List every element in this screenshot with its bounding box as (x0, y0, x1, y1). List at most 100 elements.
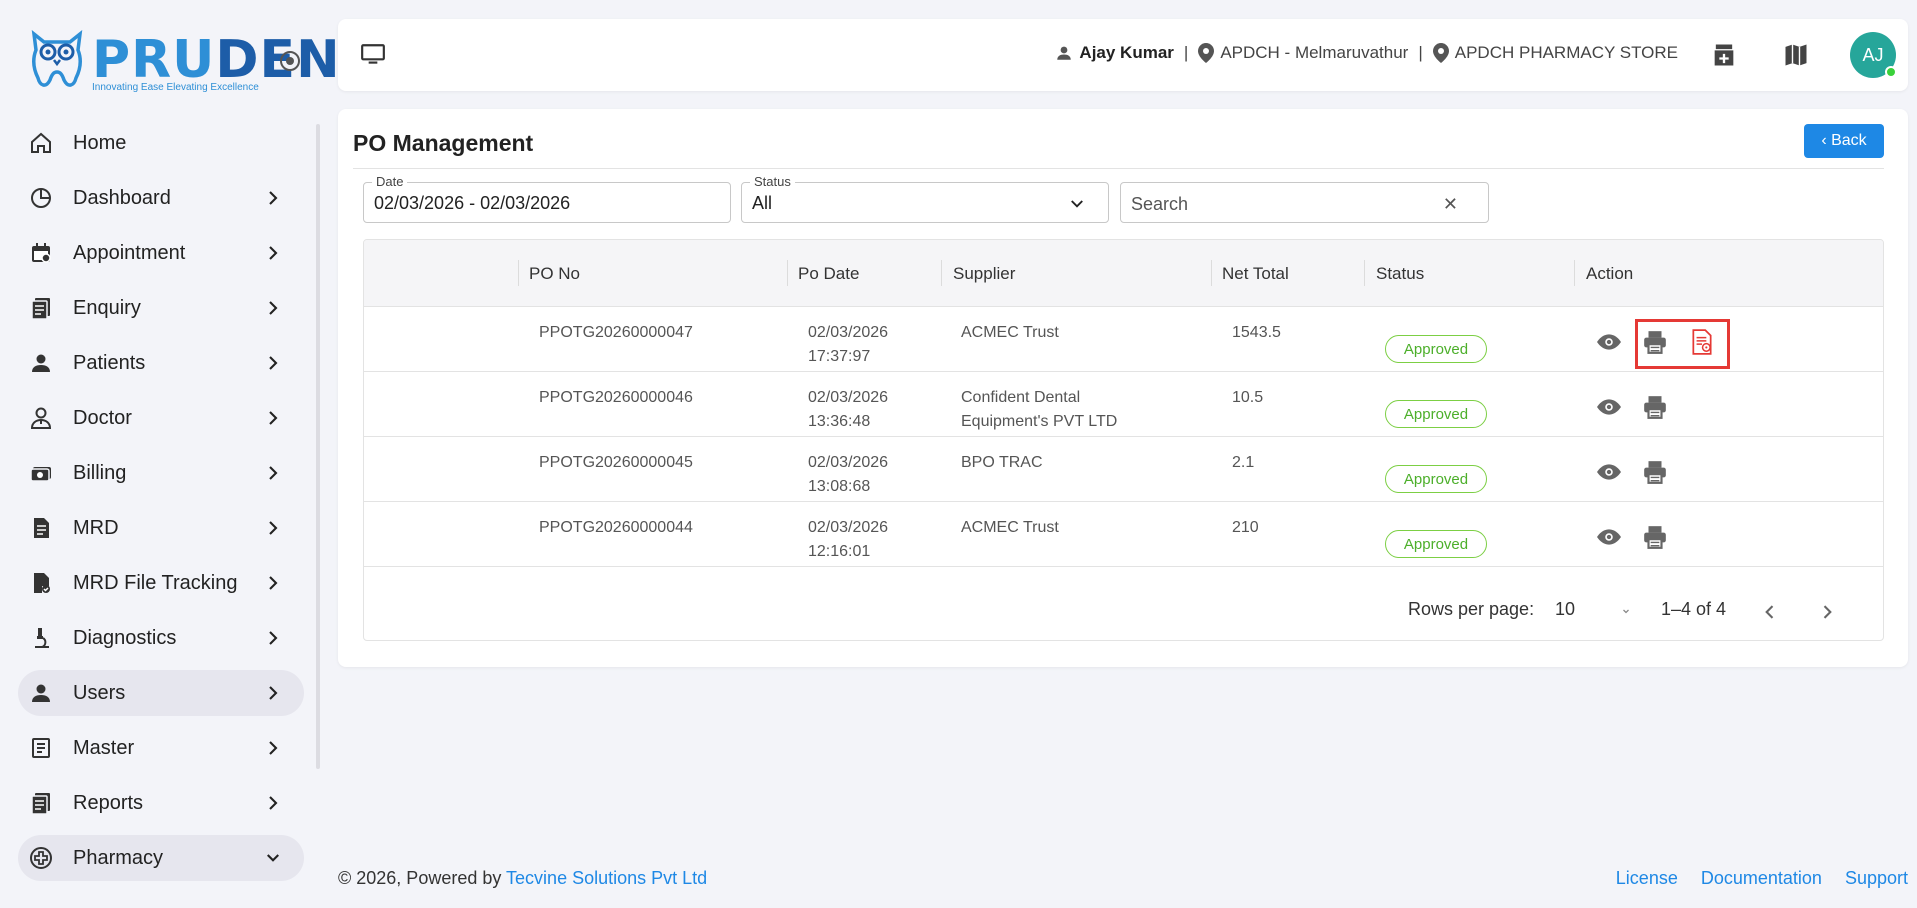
support-link[interactable]: Support (1845, 868, 1908, 888)
sidebar-item-master[interactable]: Master (18, 725, 304, 771)
sidebar-item-diagnostics[interactable]: Diagnostics (18, 615, 304, 661)
column-header-supplier[interactable]: Supplier (953, 264, 1015, 284)
sidebar-item-doctor[interactable]: Doctor (18, 395, 304, 441)
chevron-right-icon (269, 411, 278, 425)
pagination: Rows per page: 10 1–4 of 4 (364, 575, 1883, 635)
po-date-time: 13:08:68 (808, 478, 871, 495)
po-date: 02/03/2026 13:36:48 (808, 386, 888, 434)
column-separator (1211, 260, 1212, 286)
search-placeholder: Search (1131, 194, 1189, 214)
top-bar: Ajay Kumar | APDCH - Melmaruvathur | APD… (338, 19, 1908, 91)
sidebar-item-label: Billing (73, 461, 127, 484)
site-footer: © 2026, Powered by Tecvine Solutions Pvt… (338, 868, 1908, 889)
sidebar-item-reports[interactable]: Reports (18, 780, 304, 826)
po-number: PPOTG20260000045 (539, 454, 693, 471)
po-date: 02/03/2026 12:16:01 (808, 516, 888, 564)
footer-links: License Documentation Support (1598, 868, 1908, 889)
chevron-down-icon[interactable] (1620, 605, 1632, 617)
back-button[interactable]: ‹ Back (1804, 124, 1884, 158)
sidebar-item-appointment[interactable]: Appointment (18, 230, 304, 276)
sidebar-nav: Home Dashboard Appointment Enquiry Patients D… (18, 120, 304, 890)
view-icon[interactable] (1596, 524, 1622, 555)
highlight-box (1635, 319, 1730, 369)
location-pin-icon (1432, 43, 1449, 63)
copyright-text: © 2026, Powered by (338, 868, 507, 888)
rows-per-page-select[interactable]: 10 (1555, 599, 1575, 620)
sidebar-item-enquiry[interactable]: Enquiry (18, 285, 304, 331)
table-row[interactable]: PPOTG20260000046 02/03/2026 13:36:48 Confid… (364, 372, 1883, 437)
rows-per-page-label: Rows per page: (1408, 599, 1535, 619)
status-badge: Approved (1385, 530, 1487, 558)
home-icon (28, 130, 54, 156)
sidebar-item-mrd[interactable]: MRD (18, 505, 304, 551)
date-range-field[interactable]: Date 02/03/2026 - 02/03/2026 (363, 174, 731, 223)
column-separator (1574, 260, 1575, 286)
view-icon[interactable] (1596, 394, 1622, 425)
search-input[interactable]: Search ✕ (1120, 182, 1489, 223)
sidebar-item-patients[interactable]: Patients (18, 340, 304, 386)
chevron-down-icon (267, 854, 279, 862)
brand-name: PRUDENT (92, 30, 377, 90)
divider (353, 168, 1884, 169)
supplier-name: ACMEC Trust (961, 321, 1059, 345)
table-row[interactable]: PPOTG20260000044 02/03/2026 12:16:01 ACMEC … (364, 502, 1883, 567)
sidebar-item-mrd-file-tracking[interactable]: MRD File Tracking (18, 560, 304, 606)
sidebar-item-home[interactable]: Home (18, 120, 304, 166)
print-icon[interactable] (1642, 524, 1668, 555)
print-icon[interactable] (1642, 394, 1668, 425)
location-pin-icon (1198, 43, 1215, 63)
po-number: PPOTG20260000047 (539, 324, 693, 341)
po-date-day: 02/03/2026 (808, 324, 889, 341)
view-icon[interactable] (1596, 459, 1622, 490)
po-date-day: 02/03/2026 (808, 454, 889, 471)
sidebar-item-dashboard[interactable]: Dashboard (18, 175, 304, 221)
user-avatar[interactable]: AJ (1850, 32, 1897, 78)
sidebar-item-label: Master (73, 736, 135, 759)
documentation-link[interactable]: Documentation (1701, 868, 1822, 888)
sidebar-item-pharmacy[interactable]: Pharmacy (18, 835, 304, 881)
print-icon[interactable] (1642, 459, 1668, 490)
map-icon[interactable] (1782, 41, 1810, 69)
sidebar-scrollbar[interactable] (316, 124, 320, 769)
column-header-action: Action (1586, 264, 1634, 283)
date-field-label: Date (372, 174, 408, 189)
column-header-po-date[interactable]: Po Date (798, 264, 859, 284)
net-total: 1543.5 (1232, 324, 1281, 341)
next-page-icon[interactable] (1817, 602, 1837, 622)
license-link[interactable]: License (1616, 868, 1678, 888)
column-separator (787, 260, 788, 286)
brand-tagline: Innovating Ease Elevating Excellence (92, 82, 259, 93)
clear-search-icon[interactable]: ✕ (1443, 194, 1458, 215)
column-header-po-no[interactable]: PO No (529, 264, 580, 284)
table-header: PO No Po Date Supplier Net Total Status … (364, 240, 1883, 307)
supplier-line1: BPO TRAC (961, 454, 1043, 471)
sidebar-item-label: Enquiry (73, 296, 141, 319)
view-icon[interactable] (1596, 329, 1622, 360)
status-select[interactable]: Status All (741, 174, 1109, 223)
monitor-icon[interactable] (360, 43, 386, 67)
pharmacy-store-icon[interactable] (1710, 41, 1738, 69)
status-select-value: All (752, 193, 773, 213)
column-header-net-total[interactable]: Net Total (1222, 264, 1289, 284)
table-row[interactable]: PPOTG20260000047 02/03/2026 17:37:97 ACMEC … (364, 307, 1883, 372)
header-user-name: Ajay Kumar (1079, 43, 1174, 62)
po-number: PPOTG20260000046 (539, 389, 693, 406)
supplier-name: ACMEC Trust (961, 516, 1059, 540)
sidebar-item-label: Appointment (73, 241, 186, 264)
supplier-line1: ACMEC Trust (961, 324, 1059, 341)
chevron-down-icon[interactable] (1068, 195, 1086, 213)
header-context-info: Ajay Kumar | APDCH - Melmaruvathur | APD… (1055, 43, 1678, 63)
table-row[interactable]: PPOTG20260000045 02/03/2026 13:08:68 BPO TR… (364, 437, 1883, 502)
po-date: 02/03/2026 13:08:68 (808, 451, 888, 499)
sidebar-item-label: MRD File Tracking (73, 571, 238, 594)
sidebar-toggle-icon[interactable] (280, 51, 300, 71)
sidebar-item-users[interactable]: Users (18, 670, 304, 716)
sidebar-item-billing[interactable]: Billing (18, 450, 304, 496)
online-status-dot (1885, 66, 1897, 78)
company-link[interactable]: Tecvine Solutions Pvt Ltd (506, 868, 707, 888)
column-header-status[interactable]: Status (1376, 264, 1424, 284)
sidebar-item-label: Reports (73, 791, 144, 814)
previous-page-icon[interactable] (1760, 602, 1780, 622)
reports-icon (28, 790, 54, 816)
po-date-time: 17:37:97 (808, 348, 871, 365)
